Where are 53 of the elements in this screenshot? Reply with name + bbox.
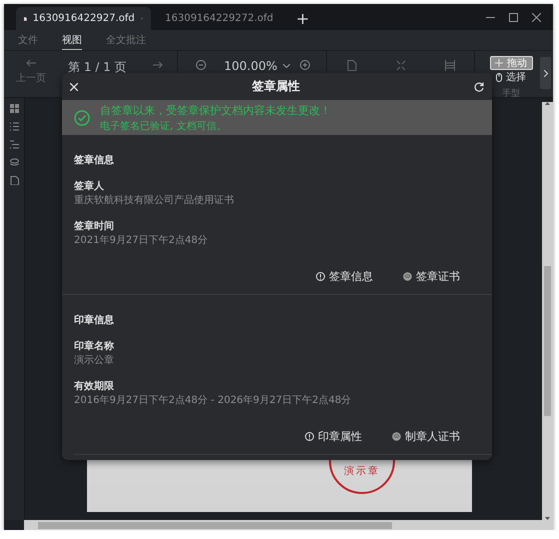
field-value: 2016年9月27日下午2点48分 - 2026年9月27日下午2点48分 — [74, 394, 352, 407]
page-icon[interactable] — [346, 60, 356, 71]
page-indicator: 第 1 / 1 页 — [67, 59, 127, 76]
menu-tab[interactable]: 视图 — [62, 30, 82, 50]
field-label: 签章时间 — [74, 219, 115, 233]
status-detail: 电子签名已验证, 文档可信。 — [100, 120, 228, 132]
file-icon[interactable] — [10, 176, 18, 185]
status-headline: 自签章以来，受签章保护文档内容未发生更改！ — [100, 102, 331, 118]
file-tab[interactable]: 1630916422927.ofd — [16, 7, 151, 30]
horizontal-scrollbar[interactable] — [24, 520, 553, 530]
file-tab[interactable]: 16309164229272.ofd — [151, 7, 286, 30]
dialog-title: 签章属性 — [251, 78, 301, 95]
new-tab-button[interactable]: + — [286, 7, 320, 30]
field-value: 演示公章 — [74, 354, 115, 367]
layers-icon[interactable] — [10, 158, 18, 167]
move-icon — [495, 59, 503, 67]
close-icon[interactable] — [532, 12, 541, 22]
action-link[interactable]: 制章人证书 — [392, 429, 460, 444]
fit-width-icon[interactable] — [444, 60, 454, 71]
outline-icon[interactable] — [10, 140, 18, 149]
info-icon — [305, 432, 314, 441]
mouse-icon — [496, 72, 502, 82]
zoom-dropdown[interactable]: 100.00% — [224, 59, 290, 73]
field-label: 签章人 — [74, 179, 105, 193]
scroll-up-icon — [545, 102, 550, 105]
group-label: 手型 — [502, 88, 520, 100]
mode-button[interactable]: 选择 — [490, 70, 532, 84]
zoom-out-icon[interactable] — [196, 60, 206, 70]
info-icon — [316, 272, 325, 281]
expand-button[interactable] — [540, 57, 551, 89]
scrollbar-thumb[interactable] — [544, 266, 551, 416]
chevron-icon — [544, 70, 548, 76]
maximize-icon[interactable] — [509, 12, 518, 22]
action-link[interactable]: 签章证书 — [403, 269, 460, 284]
scrollbar-thumb[interactable] — [38, 522, 392, 528]
grid-icon[interactable] — [10, 104, 18, 113]
field-label: 有效期限 — [74, 380, 115, 393]
fingerprint-icon — [392, 432, 401, 441]
action-link[interactable]: 签章信息 — [316, 269, 373, 284]
caret-icon — [283, 64, 290, 68]
vertical-scrollbar[interactable] — [542, 102, 553, 520]
field-label: 印章名称 — [74, 339, 115, 353]
zoom-in-icon[interactable] — [300, 60, 310, 70]
left-arrow-icon — [26, 59, 36, 67]
field-value: 2021年9月27日下午2点48分 — [74, 234, 209, 247]
section-heading: 印章信息 — [74, 313, 115, 327]
list-icon[interactable] — [10, 122, 18, 131]
refresh-icon[interactable] — [474, 82, 484, 92]
fit-icon[interactable] — [396, 60, 406, 71]
fingerprint-icon — [403, 272, 412, 281]
field-value: 重庆软航科技有限公司产品使用证书 — [74, 194, 235, 207]
check-circle-icon — [74, 110, 90, 126]
section-heading: 签章信息 — [74, 153, 115, 167]
